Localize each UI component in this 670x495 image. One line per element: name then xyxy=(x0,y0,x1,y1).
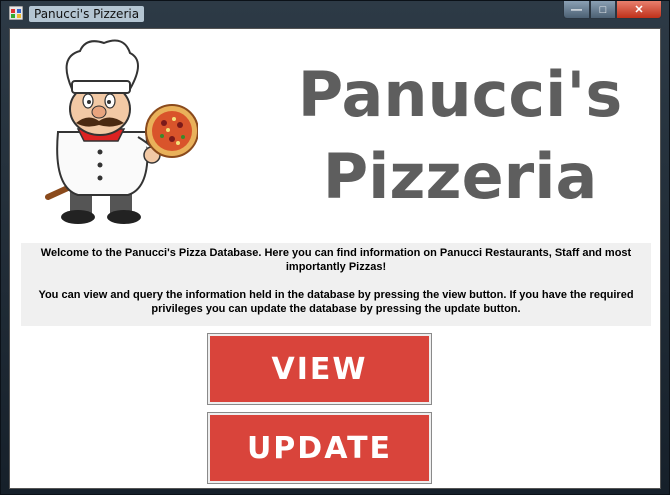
title-bar[interactable]: Panucci's Pizzeria — □ ✕ xyxy=(1,1,669,27)
form-client-area: Panucci's Pizzeria Welcome to the Panucc… xyxy=(9,28,661,489)
welcome-paragraph: Welcome to the Panucci's Pizza Database.… xyxy=(40,247,632,273)
window-controls: — □ ✕ xyxy=(563,1,662,19)
chef-with-pizza-image xyxy=(45,39,198,224)
maximize-button[interactable]: □ xyxy=(590,1,616,19)
update-button[interactable]: UPDATE xyxy=(207,412,432,484)
app-icon xyxy=(9,6,23,20)
close-button[interactable]: ✕ xyxy=(616,1,662,19)
minimize-button[interactable]: — xyxy=(563,1,590,19)
heading-line-2: Pizzeria xyxy=(322,140,598,213)
application-window: Panucci's Pizzeria — □ ✕ Panucci's Pizze… xyxy=(0,0,670,495)
window-title: Panucci's Pizzeria xyxy=(29,6,145,22)
page-heading: Panucci's Pizzeria xyxy=(265,54,655,218)
view-button[interactable]: VIEW xyxy=(207,333,432,405)
instructions-paragraph: You can view and query the information h… xyxy=(38,289,634,315)
welcome-info-box: Welcome to the Panucci's Pizza Database.… xyxy=(21,243,651,326)
heading-line-1: Panucci's xyxy=(297,58,623,131)
